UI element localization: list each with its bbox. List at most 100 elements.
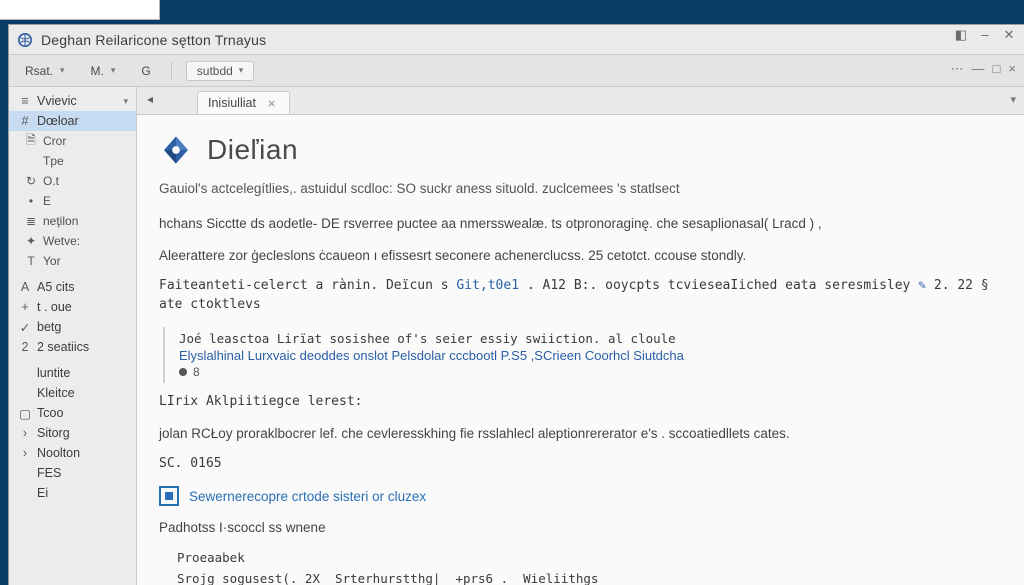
chevron-down-icon: ▾: [239, 65, 244, 76]
sidebar-item-label: luntite: [37, 366, 70, 380]
sidebar-header[interactable]: ≡ Vvievic ▾: [9, 91, 136, 111]
sidebar-item-label: FES: [37, 466, 61, 480]
sidebar-item-9[interactable]: + t . oue: [9, 297, 136, 317]
doc-icon: 🗎: [25, 135, 37, 147]
paragraph-6: Padhotss I·scoccl ss wnene: [159, 518, 998, 538]
sidebar-item-6[interactable]: ✦ Wetve:: [9, 231, 136, 251]
sidebar-item-label: 2 seatiics: [37, 340, 89, 354]
callout-row: Sewernerecopre crtode sisteri or cluzex: [159, 486, 998, 506]
paragraph-5: jolan RCŁoy proraklbocrer lef. che cevle…: [159, 424, 998, 444]
sidebar-item-7[interactable]: T Yor: [9, 251, 136, 271]
inline-link-git[interactable]: Git,t0e1: [456, 278, 519, 293]
sidebar-item-label: t . oue: [37, 300, 72, 314]
paragraph-2: Aleerattere zor ģecleslons ċcaueon ı efi…: [159, 246, 998, 266]
window-controls: ◧ – ✕: [952, 27, 1018, 43]
sidebar-item-10[interactable]: ✓betg: [9, 317, 136, 337]
external-tab-stub: [0, 0, 160, 20]
callout-box-icon: [159, 486, 179, 506]
sidebar-item-3[interactable]: ↻ O.t: [9, 171, 136, 191]
toolbar-item-2[interactable]: G: [135, 61, 156, 81]
sidebar-item-label: Noolton: [37, 446, 80, 460]
bullet-dot-icon: [179, 368, 187, 376]
toolbar-close-icon[interactable]: ×: [1008, 61, 1016, 77]
sidebar-item-label: O.t: [43, 174, 59, 188]
toolbar-dropdown-label: sutbdd: [197, 64, 233, 78]
sidebar-item-label: Wetve:: [43, 234, 80, 248]
sidebar-item-16[interactable]: › Noolton: [9, 443, 136, 463]
sidebar-item-15[interactable]: › Sitorg: [9, 423, 136, 443]
none-icon: [19, 367, 31, 379]
tab-close-button[interactable]: ⨯: [264, 97, 279, 110]
window-close-button[interactable]: ✕: [1000, 27, 1018, 43]
sidebar-item-label: E: [43, 194, 51, 208]
bullet-link[interactable]: Elyslalhinal Lurxvaic deoddes onslot Pel…: [179, 348, 998, 363]
sidebar-item-5[interactable]: ≣neţilon: [9, 211, 136, 231]
sidebar-item-label: Ei: [37, 486, 48, 500]
document-tab-active[interactable]: Inisiulliat ⨯: [197, 91, 290, 114]
lead-text: Gauiol's actcelegítlies,. astuidul scdlo…: [159, 181, 998, 196]
sidebar-item-label: Dœloar: [37, 114, 79, 128]
sidebar-item-8[interactable]: AA5 cits: [9, 277, 136, 297]
title-bar[interactable]: Deghan Reilaricone sętton Trnayus ◧ – ✕: [9, 25, 1024, 55]
sidebar-item-14[interactable]: ▢ Tcoo: [9, 403, 136, 423]
article: Dieľian Gauiol's actcelegítlies,. astuid…: [137, 115, 1024, 585]
none-icon: [19, 487, 31, 499]
none-icon: [25, 155, 37, 167]
sidebar-item-13[interactable]: Kleitce: [9, 383, 136, 403]
check-icon: ✓: [19, 321, 31, 333]
distro-logo-icon: [159, 133, 193, 167]
bullet-sub-label: 8: [193, 365, 200, 379]
document-tab-label: Inisiulliat: [208, 96, 256, 110]
sidebar-item-label: Tcoo: [37, 406, 63, 420]
window-restore-button[interactable]: ◧: [952, 27, 970, 43]
star-icon: ✦: [25, 235, 37, 247]
chev-icon: ›: [19, 447, 31, 459]
tab-back-button[interactable]: ◂: [147, 92, 153, 106]
none-icon: [19, 387, 31, 399]
sidebar-item-11[interactable]: 22 seatiics: [9, 337, 136, 357]
window-minimize-button[interactable]: –: [976, 27, 994, 43]
sidebar-item-17[interactable]: FES: [9, 463, 136, 483]
sc-label: SC. 0165: [159, 455, 998, 474]
chev-icon: ›: [19, 427, 31, 439]
toolbar-min-icon[interactable]: —: [972, 61, 985, 77]
list-icon: ≣: [25, 215, 37, 227]
body-split: ≡ Vvievic ▾ #Dœloar🗎Cror Tpe ↻ O.t •E≣neţilo…: [9, 87, 1024, 585]
code-line-1: Proeaabek: [177, 550, 998, 565]
chevron-down-icon: ▾: [123, 96, 128, 107]
hamburger-icon: ≡: [19, 95, 31, 107]
paragraph-1: hchans Sicctte ds aodetle- DE rsverree p…: [159, 214, 998, 234]
box-icon: ▢: [19, 407, 31, 419]
sidebar-item-label: Sitorg: [37, 426, 70, 440]
tab-overflow-button[interactable]: ▾: [1010, 93, 1016, 106]
toolbar-overflow-button[interactable]: ⋯: [951, 61, 964, 77]
toolbar-item-0[interactable]: Rsat.: [19, 61, 71, 81]
toolbar-item-1[interactable]: M.: [85, 61, 122, 81]
sidebar-item-label: Kleitce: [37, 386, 75, 400]
sidebar-item-18[interactable]: Ei: [9, 483, 136, 503]
toolbar-max-icon[interactable]: □: [993, 61, 1001, 77]
toolbar: Rsat. M. G sutbdd ▾ ⋯ — □ ×: [9, 55, 1024, 87]
sidebar-item-label: Tpe: [43, 154, 64, 168]
sidebar-item-label: A5 cits: [37, 280, 75, 294]
article-heading: Dieľian: [159, 133, 998, 167]
T-icon: T: [25, 255, 37, 267]
sidebar-item-2[interactable]: Tpe: [9, 151, 136, 171]
toolbar-separator: [171, 62, 172, 80]
sidebar-item-1[interactable]: 🗎Cror: [9, 131, 136, 151]
tab-strip: ◂ Inisiulliat ⨯ ▾: [137, 87, 1024, 115]
p3-icon: ✎: [918, 278, 926, 293]
sidebar-item-12[interactable]: luntite: [9, 363, 136, 383]
code-line-2: Srojg sogusest(. 2X Srterhurstthg| +prs6…: [177, 571, 998, 585]
refresh-icon: ↻: [25, 175, 37, 187]
callout-link[interactable]: Sewernerecopre crtode sisteri or cluzex: [189, 489, 426, 504]
paragraph-3: Faiteanteti-celerct a rànin. Deïcun s Gi…: [159, 277, 998, 315]
app-window: Deghan Reilaricone sętton Trnayus ◧ – ✕ …: [8, 24, 1024, 585]
content-area: ◂ Inisiulliat ⨯ ▾: [137, 87, 1024, 585]
sidebar-item-4[interactable]: •E: [9, 191, 136, 211]
plus-icon: +: [19, 301, 31, 313]
sidebar-item-label: Yor: [43, 254, 61, 268]
toolbar-dropdown[interactable]: sutbdd ▾: [186, 61, 255, 81]
sidebar-item-0[interactable]: #Dœloar: [9, 111, 136, 131]
none-icon: [19, 467, 31, 479]
